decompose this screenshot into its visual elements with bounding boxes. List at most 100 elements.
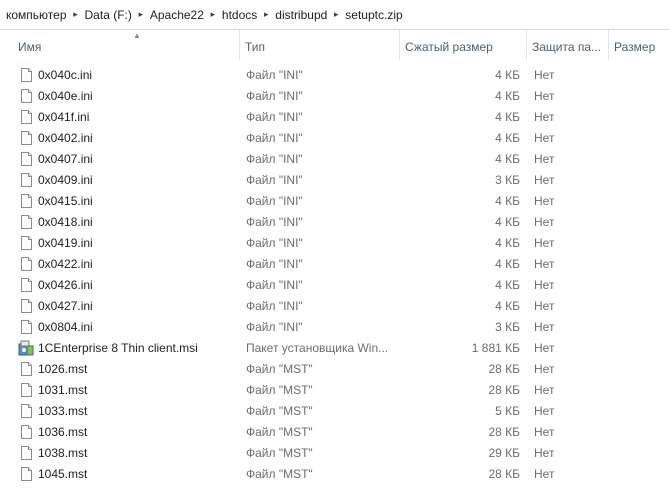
document-icon <box>18 380 34 401</box>
document-icon <box>18 401 34 422</box>
column-header-row: ▲ Имя Тип Сжатый размер Защита па... Раз… <box>0 30 670 60</box>
table-row[interactable]: 0x0407.ini Файл "INI" 4 КБ Нет <box>0 149 670 170</box>
document-icon <box>18 128 34 149</box>
chevron-right-icon[interactable]: ▸ <box>69 9 83 20</box>
file-compressed-size: 4 КБ <box>495 236 520 250</box>
file-compressed-size: 29 КБ <box>488 446 520 460</box>
document-icon <box>18 275 34 296</box>
column-header-compressed-size[interactable]: Сжатый размер <box>400 30 527 60</box>
file-name: 0x0415.ini <box>38 194 93 208</box>
document-icon <box>18 422 34 443</box>
document-icon <box>18 296 34 317</box>
table-row[interactable]: 0x0426.ini Файл "INI" 4 КБ Нет <box>0 275 670 296</box>
table-row[interactable]: 1045.mst Файл "MST" 28 КБ Нет <box>0 464 670 485</box>
file-compressed-size: 28 КБ <box>488 383 520 397</box>
table-row[interactable]: 0x0415.ini Файл "INI" 4 КБ Нет <box>0 191 670 212</box>
file-type: Пакет установщика Win... <box>246 341 389 355</box>
breadcrumb-item[interactable]: distribupd <box>273 8 329 22</box>
table-row[interactable]: 1026.mst Файл "MST" 28 КБ Нет <box>0 359 670 380</box>
table-row[interactable]: 0x0418.ini Файл "INI" 4 КБ Нет <box>0 212 670 233</box>
file-name: 0x0409.ini <box>38 173 93 187</box>
table-row[interactable]: 0x0402.ini Файл "INI" 4 КБ Нет <box>0 128 670 149</box>
file-compressed-size: 3 КБ <box>495 320 520 334</box>
file-type: Файл "INI" <box>246 320 303 334</box>
file-protection: Нет <box>534 425 555 439</box>
file-type: Файл "MST" <box>246 362 313 376</box>
file-name: 1033.mst <box>38 404 88 418</box>
file-protection: Нет <box>534 110 555 124</box>
file-compressed-size: 4 КБ <box>495 68 520 82</box>
document-icon <box>18 191 34 212</box>
table-row[interactable]: 0x0419.ini Файл "INI" 4 КБ Нет <box>0 233 670 254</box>
file-type: Файл "INI" <box>246 131 303 145</box>
file-list: 0x040c.ini Файл "INI" 4 КБ Нет 0x040e.ini Фай… <box>0 65 670 493</box>
document-icon <box>18 359 34 380</box>
breadcrumb-item[interactable]: Data (F:) <box>83 8 134 22</box>
file-protection: Нет <box>534 131 555 145</box>
chevron-right-icon[interactable]: ▸ <box>259 9 273 20</box>
file-type: Файл "MST" <box>246 383 313 397</box>
column-header-protection-label: Защита па... <box>532 40 602 54</box>
breadcrumb-item[interactable]: htdocs <box>220 8 259 22</box>
file-name: 0x0427.ini <box>38 299 93 313</box>
file-type: Файл "INI" <box>246 257 303 271</box>
file-compressed-size: 5 КБ <box>495 404 520 418</box>
file-type: Файл "INI" <box>246 68 303 82</box>
file-protection: Нет <box>534 383 555 397</box>
file-name: 1038.mst <box>38 446 88 460</box>
table-row[interactable]: 1038.mst Файл "MST" 29 КБ Нет <box>0 443 670 464</box>
column-header-name[interactable]: ▲ Имя <box>12 30 240 60</box>
table-row[interactable]: 0x0804.ini Файл "INI" 3 КБ Нет <box>0 317 670 338</box>
file-compressed-size: 4 КБ <box>495 152 520 166</box>
file-type: Файл "MST" <box>246 467 313 481</box>
table-row[interactable]: 0x0422.ini Файл "INI" 4 КБ Нет <box>0 254 670 275</box>
table-row[interactable]: 1033.mst Файл "MST" 5 КБ Нет <box>0 401 670 422</box>
file-name: 0x0426.ini <box>38 278 93 292</box>
file-name: 0x040e.ini <box>38 89 93 103</box>
file-type: Файл "INI" <box>246 89 303 103</box>
table-row[interactable]: 1031.mst Файл "MST" 28 КБ Нет <box>0 380 670 401</box>
column-header-name-label: Имя <box>18 40 42 54</box>
table-row[interactable]: 0x0427.ini Файл "INI" 4 КБ Нет <box>0 296 670 317</box>
breadcrumb-item[interactable]: Apache22 <box>148 8 206 22</box>
document-icon <box>18 212 34 233</box>
document-icon <box>18 464 34 485</box>
column-header-type[interactable]: Тип <box>240 30 400 60</box>
breadcrumb: компьютер ▸ Data (F:) ▸ Apache22 ▸ htdocs ▸ dist… <box>0 0 670 30</box>
table-row[interactable]: 0x0409.ini Файл "INI" 3 КБ Нет <box>0 170 670 191</box>
file-name: 0x0422.ini <box>38 257 93 271</box>
chevron-right-icon[interactable]: ▸ <box>206 9 220 20</box>
column-header-protection[interactable]: Защита па... <box>527 30 609 60</box>
file-protection: Нет <box>534 341 555 355</box>
file-name: 0x0419.ini <box>38 236 93 250</box>
file-explorer-window: компьютер ▸ Data (F:) ▸ Apache22 ▸ htdocs ▸ dist… <box>0 0 670 493</box>
table-row[interactable]: 1036.mst Файл "MST" 28 КБ Нет <box>0 422 670 443</box>
column-header-size[interactable]: Размер <box>609 30 670 60</box>
document-icon <box>18 107 34 128</box>
chevron-right-icon[interactable]: ▸ <box>134 9 148 20</box>
file-compressed-size: 4 КБ <box>495 257 520 271</box>
file-name: 1026.mst <box>38 362 88 376</box>
file-protection: Нет <box>534 404 555 418</box>
breadcrumb-item[interactable]: setuptc.zip <box>343 8 404 22</box>
file-type: Файл "INI" <box>246 152 303 166</box>
table-row[interactable]: 0x040c.ini Файл "INI" 4 КБ Нет <box>0 65 670 86</box>
file-compressed-size: 28 КБ <box>488 425 520 439</box>
file-compressed-size: 4 КБ <box>495 299 520 313</box>
file-protection: Нет <box>534 194 555 208</box>
file-protection: Нет <box>534 215 555 229</box>
breadcrumb-item[interactable]: компьютер <box>4 8 69 22</box>
installer-package-icon <box>18 338 34 359</box>
table-row[interactable]: 1CEnterprise 8 Thin client.msi Пакет уста… <box>0 338 670 359</box>
chevron-right-icon[interactable]: ▸ <box>329 9 343 20</box>
file-protection: Нет <box>534 152 555 166</box>
table-row[interactable]: 0x041f.ini Файл "INI" 4 КБ Нет <box>0 107 670 128</box>
file-type: Файл "INI" <box>246 278 303 292</box>
file-compressed-size: 28 КБ <box>488 467 520 481</box>
document-icon <box>18 317 34 338</box>
table-row[interactable]: 0x040e.ini Файл "INI" 4 КБ Нет <box>0 86 670 107</box>
file-protection: Нет <box>534 89 555 103</box>
file-protection: Нет <box>534 446 555 460</box>
file-compressed-size: 4 КБ <box>495 194 520 208</box>
file-protection: Нет <box>534 320 555 334</box>
